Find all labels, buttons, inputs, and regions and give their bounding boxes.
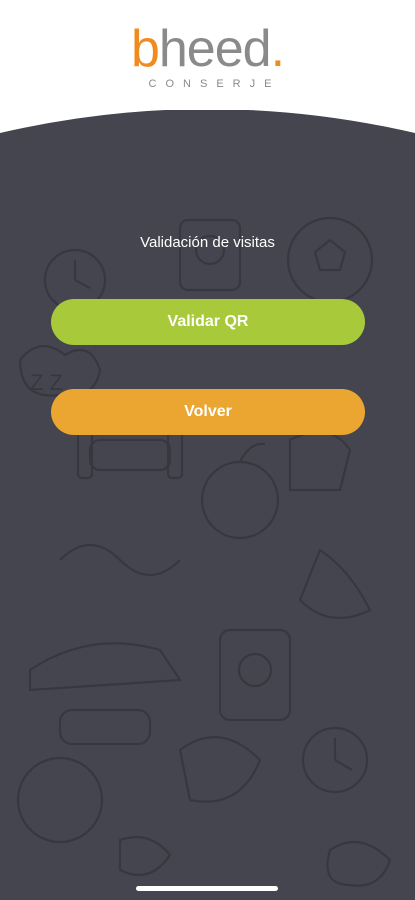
- sneaker-icon: [28, 642, 182, 692]
- bracelet-icon: [59, 544, 181, 576]
- headphones-icon-2: [178, 736, 262, 803]
- water-bottle-icon: [58, 708, 152, 746]
- scale-icon-2: [218, 628, 292, 722]
- validate-qr-button[interactable]: Validar QR: [51, 299, 365, 345]
- background-doodle-pattern: Z Z: [16, 216, 392, 887]
- back-button[interactable]: Volver: [51, 389, 365, 435]
- dumbbell-icon: [88, 438, 172, 472]
- brand-initial: b: [130, 20, 160, 78]
- leaf-icon: [326, 840, 392, 887]
- brand-wordmark: bheed.: [130, 20, 285, 78]
- brand-dot: .: [270, 20, 285, 78]
- scale-icon: [178, 218, 242, 292]
- leaf-icon-2: [118, 836, 172, 877]
- soccer-ball-icon: [286, 216, 374, 304]
- cup-icon: [288, 430, 352, 492]
- headphones-icon: [298, 548, 372, 620]
- soccer-ball-icon-2: [16, 756, 104, 844]
- home-indicator[interactable]: [136, 886, 278, 891]
- brand-name: heed: [158, 20, 272, 78]
- brand-subtitle: CONSERJE: [148, 78, 281, 90]
- screen-title: Validación de visitas: [140, 234, 275, 251]
- svg-text:Z Z: Z Z: [30, 370, 63, 395]
- apple-icon: [200, 460, 280, 540]
- brand-logo: bheed. CONSERJE: [0, 22, 415, 90]
